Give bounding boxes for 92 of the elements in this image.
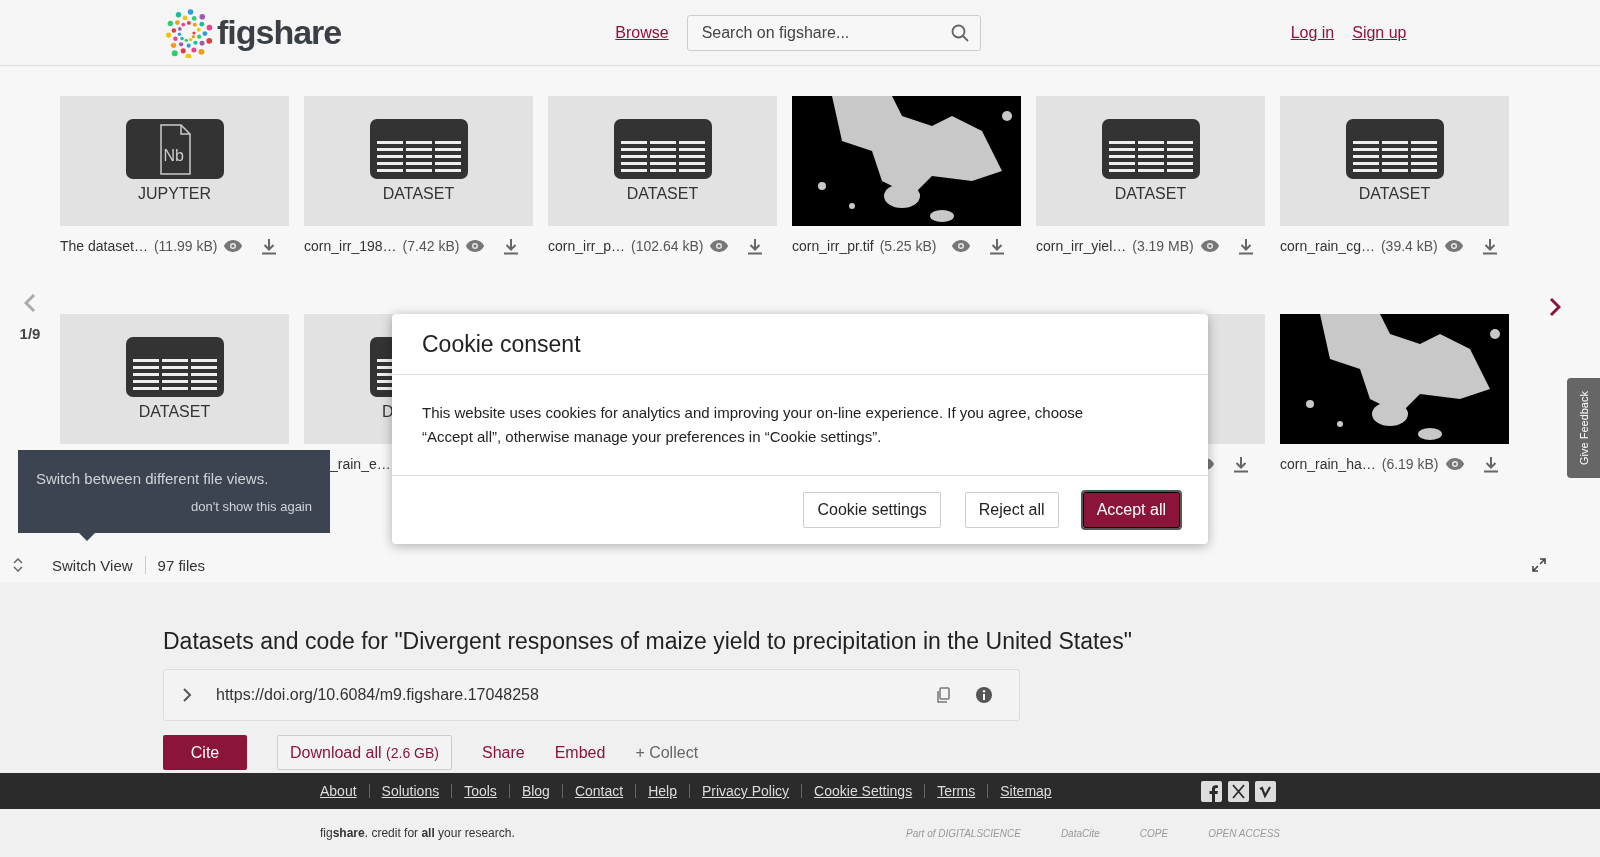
copy-icon[interactable] xyxy=(935,686,951,704)
vimeo-icon[interactable] xyxy=(1255,780,1276,802)
download-icon[interactable] xyxy=(1481,237,1498,255)
table-icon xyxy=(125,337,224,397)
file-name[interactable]: corn_irr_pr.tif xyxy=(792,238,874,254)
download-icon[interactable] xyxy=(747,237,764,255)
tagline: figshare. credit for all your research. xyxy=(320,826,515,840)
switch-icon[interactable] xyxy=(12,558,24,572)
file-count: 97 files xyxy=(156,556,207,574)
item-title: Datasets and code for "Divergent responses of maize yield to precipitation in the United States" xyxy=(163,628,1133,655)
file-size: (5.25 kB) xyxy=(879,238,937,254)
table-icon xyxy=(1101,119,1200,179)
download-button[interactable]: Download all (2.6 GB) xyxy=(277,735,452,770)
browse-link[interactable]: Browse xyxy=(615,23,669,42)
eye-icon[interactable] xyxy=(223,239,244,253)
file-name[interactable]: corn_irr_198… xyxy=(304,238,397,254)
logo-icon[interactable] xyxy=(163,7,213,58)
file-name[interactable]: corn_rain_cg… xyxy=(1280,238,1375,254)
file-type-label: DATASET xyxy=(138,403,211,421)
file-type-label: DATASET xyxy=(1114,185,1187,203)
download-icon[interactable] xyxy=(1233,455,1249,473)
file-size: (3.19 MB) xyxy=(1132,238,1194,254)
fullscreen-icon[interactable] xyxy=(1532,558,1546,572)
footer-link[interactable]: Solutions xyxy=(381,783,440,799)
dismiss-link[interactable]: don't show this again xyxy=(191,499,312,514)
eye-icon[interactable] xyxy=(709,239,730,253)
action-link[interactable]: Share xyxy=(481,735,525,770)
table-icon xyxy=(369,119,468,179)
download-icon[interactable] xyxy=(1237,237,1254,255)
eye-icon[interactable] xyxy=(1444,457,1465,471)
dialog-text: This website uses cookies for analytics and improving your on-line experience. If you agree, choose “Accept all”, otherwise manage your preferences in “Cookie settings”. xyxy=(392,375,1208,476)
action-link[interactable]: + Collect xyxy=(635,735,699,770)
download-icon[interactable] xyxy=(503,237,520,255)
file-name[interactable]: corn_irr_yiel… xyxy=(1036,238,1127,254)
cite-button[interactable]: Cite xyxy=(163,735,247,770)
search-icon[interactable] xyxy=(950,23,969,42)
file-size: (7.42 kB) xyxy=(402,238,460,254)
logo-text[interactable]: figshare xyxy=(217,13,342,52)
download-icon[interactable] xyxy=(989,237,1005,255)
file-preview[interactable]: DATASET xyxy=(1280,96,1509,226)
footer-link[interactable]: Tools xyxy=(464,783,497,799)
table-icon xyxy=(1345,119,1444,179)
eye-icon[interactable] xyxy=(951,239,971,253)
file-preview[interactable]: DATASET xyxy=(304,96,533,226)
dialog-button[interactable]: Reject all xyxy=(964,492,1059,528)
file-name[interactable]: corn_rain_ha… xyxy=(1280,456,1376,472)
footer-link[interactable]: Sitemap xyxy=(1000,783,1052,799)
file-size: (102.64 kB) xyxy=(631,238,704,254)
file-name[interactable]: The dataset… xyxy=(60,238,148,254)
footer-link[interactable]: Terms xyxy=(937,783,976,799)
signup-link[interactable]: Sign up xyxy=(1352,23,1407,42)
footer-link[interactable]: Blog xyxy=(521,783,550,799)
download-icon[interactable] xyxy=(1482,455,1499,473)
dialog-title: Cookie consent xyxy=(422,330,581,358)
file-name[interactable]: _rain_e… xyxy=(330,456,391,472)
dialog-button[interactable]: Accept all xyxy=(1082,492,1180,528)
file-size: (6.19 kB) xyxy=(1381,456,1439,472)
footer-link[interactable]: Cookie Settings xyxy=(814,783,913,799)
file-type-label: DATASET xyxy=(382,185,455,203)
footer-link[interactable]: Privacy Policy xyxy=(701,783,790,799)
feedback-button[interactable]: Give Feedback xyxy=(1567,378,1600,478)
info-icon[interactable] xyxy=(975,686,993,704)
download-icon[interactable] xyxy=(261,237,278,255)
file-preview[interactable]: DATASET xyxy=(1036,96,1265,226)
action-link[interactable]: Embed xyxy=(554,735,606,770)
file-preview[interactable]: Nb JUPYTER xyxy=(60,96,289,226)
switch-view-button[interactable]: Switch View xyxy=(40,556,145,574)
eye-icon[interactable] xyxy=(1443,239,1464,253)
facebook-icon[interactable] xyxy=(1201,780,1222,802)
file-size: (11.99 kB) xyxy=(153,238,218,254)
file-type-label: DATASET xyxy=(626,185,699,203)
eye-icon[interactable] xyxy=(465,239,486,253)
file-name[interactable]: corn_irr_p… xyxy=(548,238,626,254)
page-indicator: 1/9 xyxy=(19,324,41,342)
file-preview[interactable]: DATASET xyxy=(60,314,289,444)
search-field[interactable]: Search on figshare... xyxy=(686,14,981,51)
file-type-label: JUPYTER xyxy=(138,185,211,203)
eye-icon[interactable] xyxy=(1199,239,1220,253)
x-icon[interactable] xyxy=(1228,780,1249,802)
login-link[interactable]: Log in xyxy=(1290,23,1335,42)
doi-link[interactable]: https://doi.org/10.6084/m9.figshare.17048258 xyxy=(216,686,911,704)
footer-link[interactable]: Contact xyxy=(574,783,624,799)
notebook-icon: Nb xyxy=(125,119,224,179)
tooltip-text: Switch between different file views. xyxy=(36,470,270,487)
footer-link[interactable]: About xyxy=(320,783,357,799)
file-size: (39.4 kB) xyxy=(1380,238,1438,254)
file-preview[interactable]: DATASET xyxy=(548,96,777,226)
footer-link[interactable]: Help xyxy=(648,783,677,799)
table-icon xyxy=(613,119,712,179)
chevron-icon[interactable] xyxy=(182,687,192,703)
file-type-label: DATASET xyxy=(1358,185,1431,203)
dialog-button[interactable]: Cookie settings xyxy=(803,492,941,528)
